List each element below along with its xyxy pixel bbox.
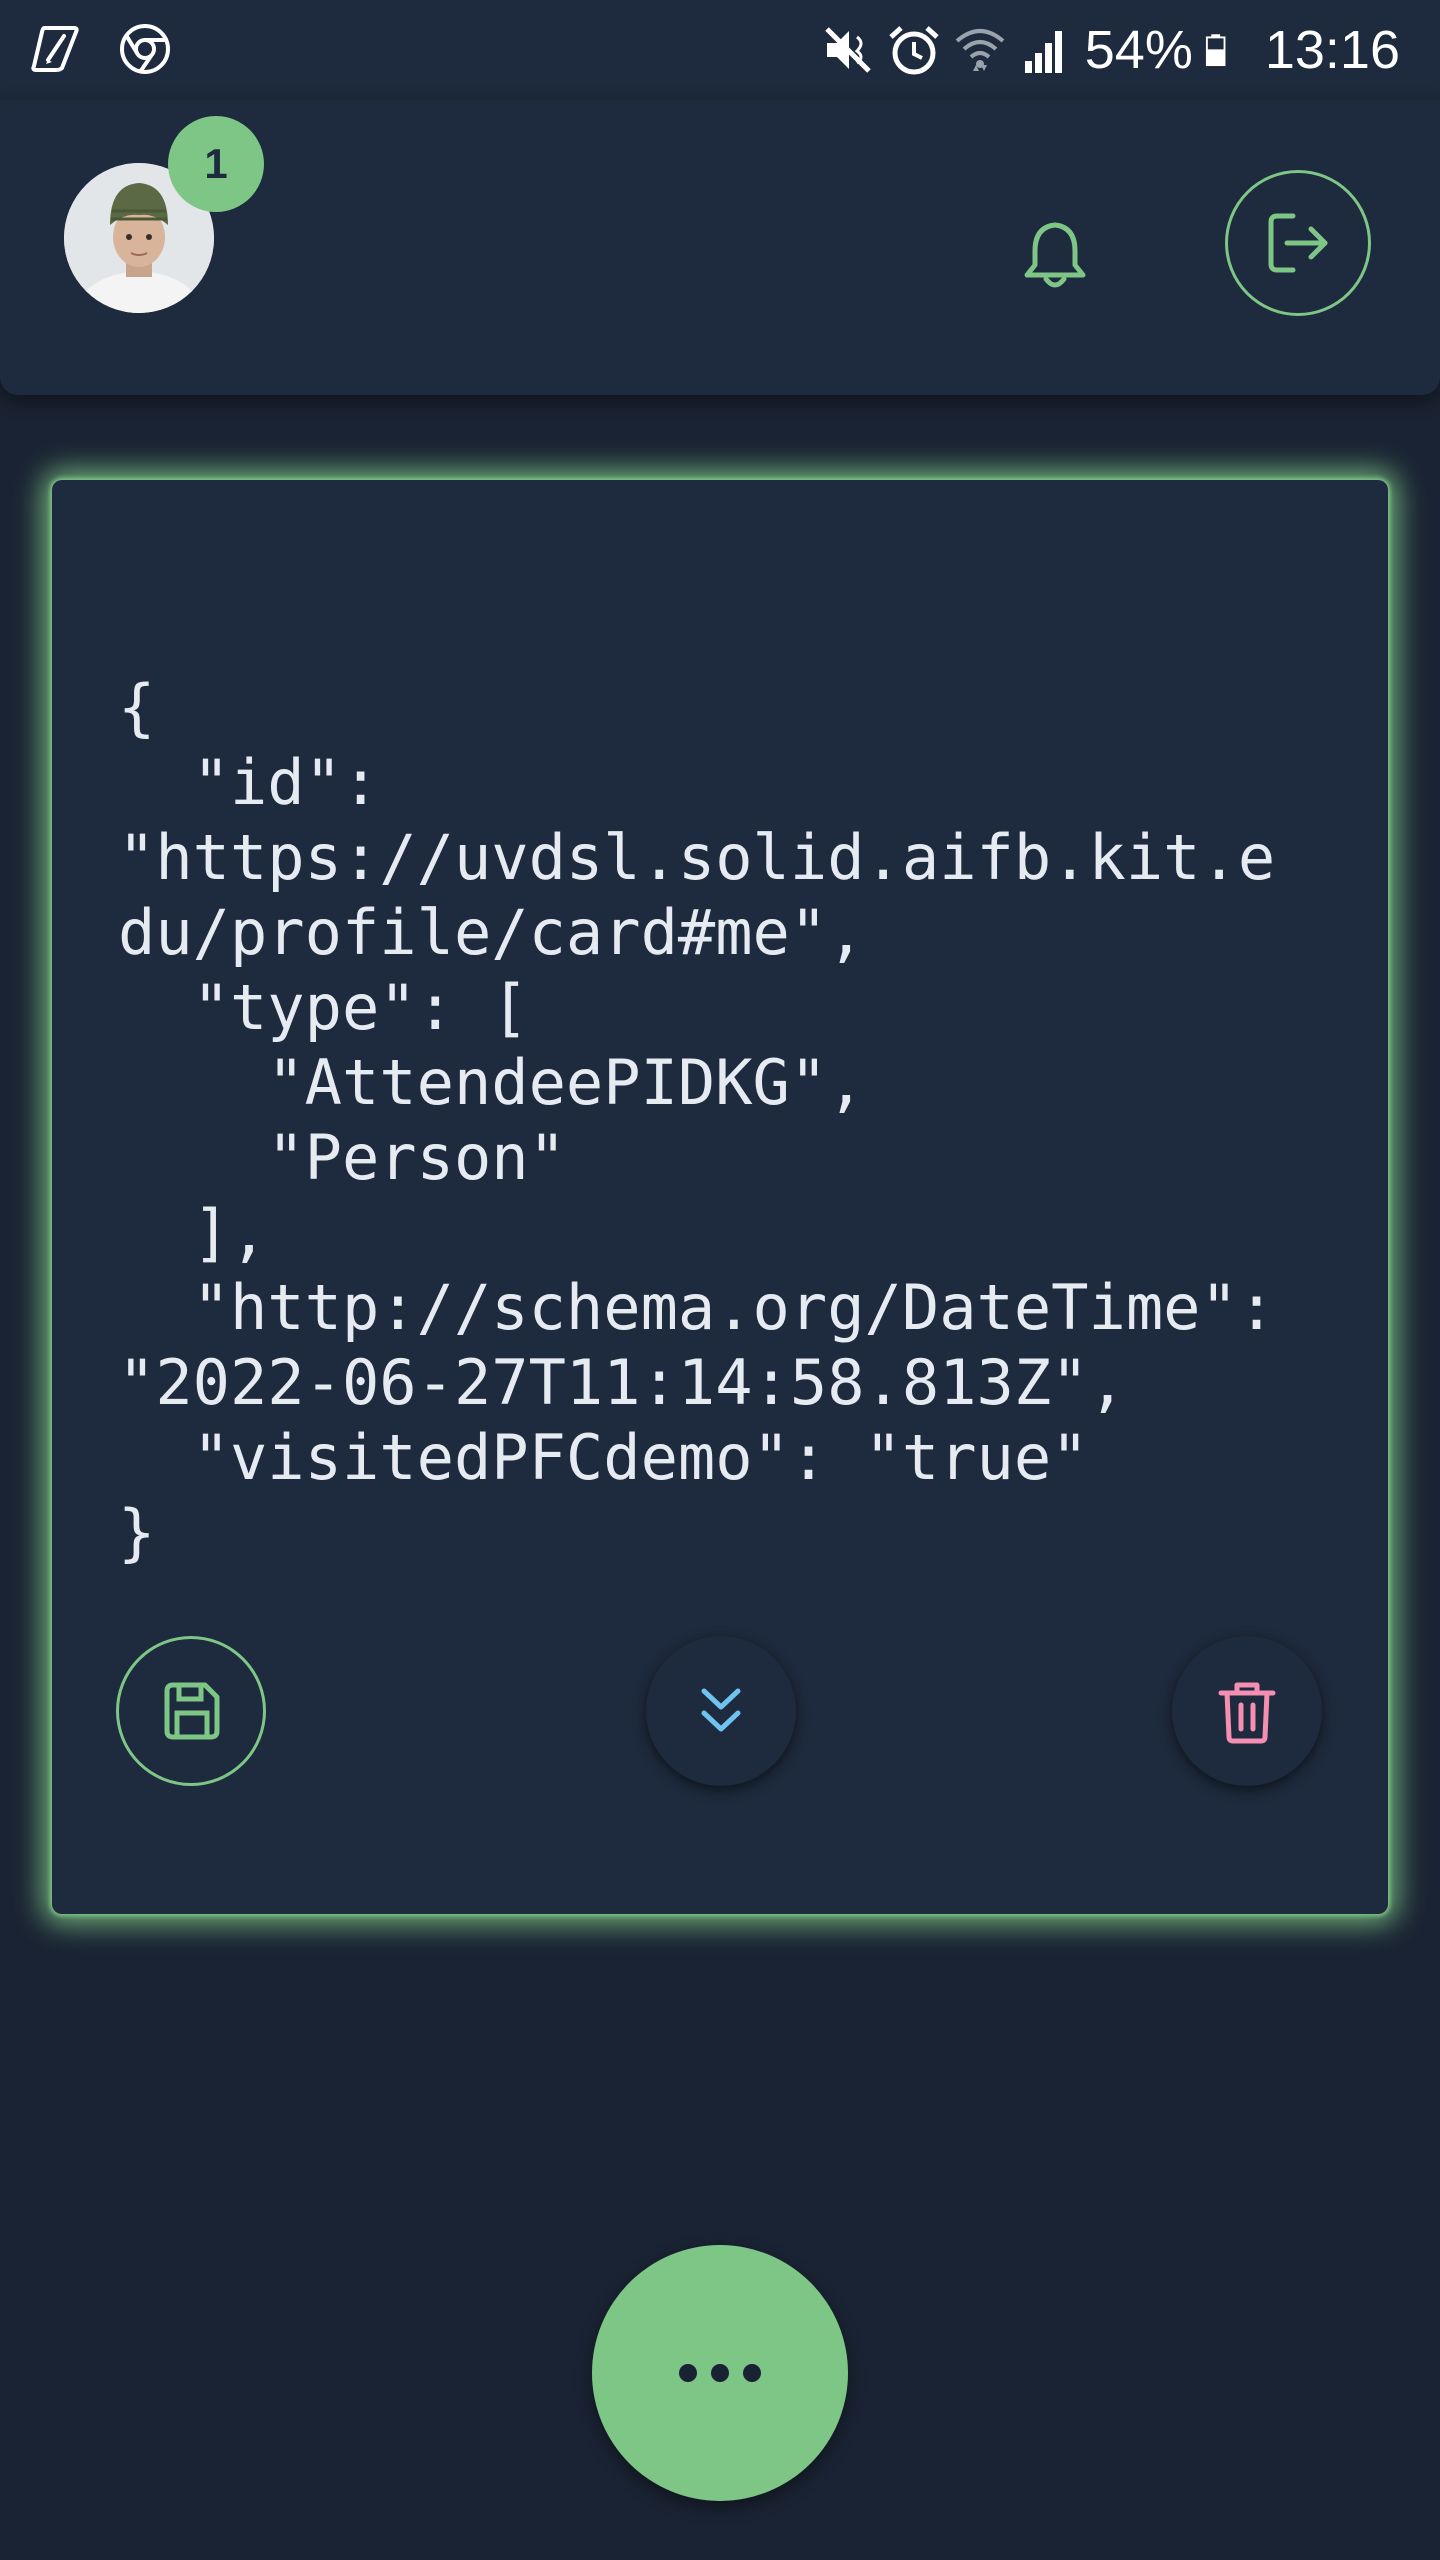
battery-percent: 54% [1084,20,1193,80]
app-header: 1 [0,100,1440,395]
dot [743,2364,761,2382]
battery-icon [1205,34,1226,67]
expand-icon [701,1688,741,1732]
mute-icon [824,27,871,73]
json-content: { "id": "https://uvdsl.solid.aifb.kit.e … [118,671,1276,1569]
signal-icon [1024,31,1062,73]
expand-button[interactable] [646,1636,796,1786]
status-bar: 54% 13:16 [0,0,1440,100]
save-icon [164,1682,220,1740]
logout-icon [1268,213,1328,273]
dot [679,2364,697,2382]
notification-badge[interactable]: 1 [168,116,264,212]
alarm-icon [889,26,939,75]
delete-icon [1218,1682,1276,1744]
json-card: { "id": "https://uvdsl.solid.aifb.kit.e … [52,480,1388,1914]
status-bar-left [30,22,172,76]
clock: 13:16 [1264,20,1400,80]
wifi-icon [955,29,1005,71]
delete-button[interactable] [1172,1636,1322,1786]
more-button[interactable] [592,2245,848,2501]
save-button[interactable] [116,1636,266,1786]
status-bar-right: 54% 13:16 [821,14,1400,86]
chrome-icon [120,24,170,74]
pen-app-icon [31,26,79,72]
dot [711,2364,729,2382]
logout-button[interactable] [1225,170,1371,316]
bell-icon [1024,222,1086,288]
notifications-button[interactable] [1010,210,1100,300]
more-horizontal-icon [679,2364,761,2382]
